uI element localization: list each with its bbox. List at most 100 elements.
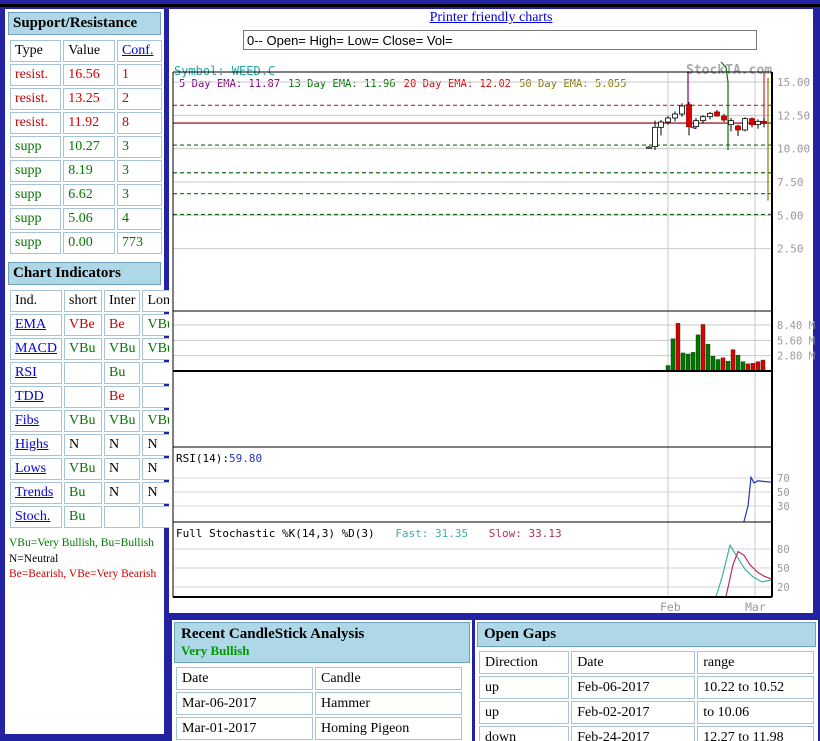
- gap-col-date: Date: [571, 651, 696, 674]
- sr-type: resist.: [10, 88, 62, 110]
- candle-date: Mar-06-2017: [176, 692, 313, 715]
- indicator-short: VBe: [64, 314, 103, 336]
- sr-type: supp: [10, 184, 62, 206]
- gap-direction: down: [479, 726, 570, 741]
- sr-conf: 3: [116, 160, 162, 182]
- candle-date: Mar-01-2017: [176, 717, 313, 740]
- legend-bearish: Be=Bearish, VBe=Very Bearish: [9, 568, 157, 581]
- candle-col-date: Date: [176, 667, 313, 690]
- indicator-tdd[interactable]: TDD: [10, 386, 63, 408]
- gap-range: 12.27 to 11.98: [697, 726, 814, 741]
- indicator-short: VBu: [64, 458, 103, 480]
- printer-friendly-link-row: Printer friendly charts: [169, 10, 813, 26]
- indicator-stoch-link[interactable]: Stoch.: [15, 509, 50, 524]
- sr-row: supp 0.00 773: [10, 232, 162, 254]
- indicator-row: RSI Bu: [10, 362, 183, 384]
- support-resistance-title: Support/Resistance: [8, 12, 161, 35]
- candlestick-row: Mar-06-2017 Hammer: [176, 692, 462, 715]
- ema-legend: 5 Day EMA: 11.87 13 Day EMA: 11.96 20 Day …: [179, 78, 635, 90]
- sr-col-conf[interactable]: Conf.: [116, 40, 162, 62]
- indicator-macd-link[interactable]: MACD: [15, 341, 57, 356]
- top-divider: [0, 4, 820, 7]
- gap-row: down Feb-24-2017 12.27 to 11.98: [479, 726, 814, 741]
- stockta-page: Support/Resistance Type Value Conf. resist.…: [0, 0, 820, 741]
- indicator-short: [64, 386, 103, 408]
- sr-conf: 4: [116, 208, 162, 230]
- sr-type: supp: [10, 208, 62, 230]
- candlestick-analysis-title: Recent CandleStick Analysis: [181, 626, 365, 642]
- indicator-highs[interactable]: Highs: [10, 434, 63, 456]
- indicator-trends-link[interactable]: Trends: [15, 485, 53, 500]
- indicator-rsi-link[interactable]: RSI: [15, 365, 37, 380]
- sr-col-conf-link[interactable]: Conf.: [122, 43, 154, 58]
- indicator-short: N: [64, 434, 103, 456]
- sr-row: resist. 16.56 1: [10, 64, 162, 86]
- sr-type: supp: [10, 232, 62, 254]
- gap-date: Feb-06-2017: [571, 676, 696, 699]
- indicator-inter: Be: [104, 314, 141, 336]
- indicator-row: TDD Be: [10, 386, 183, 408]
- printer-friendly-link[interactable]: Printer friendly charts: [430, 10, 553, 25]
- sr-conf: 3: [116, 136, 162, 158]
- indicator-lows-link[interactable]: Lows: [15, 461, 46, 476]
- candlestick-analysis-header: Recent CandleStick Analysis Very Bullish: [174, 622, 470, 663]
- indicator-highs-link[interactable]: Highs: [15, 437, 48, 452]
- gap-row: up Feb-06-2017 10.22 to 10.52: [479, 676, 814, 699]
- indicator-rsi[interactable]: RSI: [10, 362, 63, 384]
- indicator-inter: Bu: [104, 362, 141, 384]
- indicator-legend: VBu=Very Bullish, Bu=Bullish N=Neutral B…: [9, 536, 160, 583]
- chart-area-panel: [169, 9, 813, 613]
- sr-type: supp: [10, 160, 62, 182]
- legend-neutral: N=Neutral: [9, 552, 59, 565]
- sr-value: 5.06: [63, 208, 115, 230]
- open-gaps-title: Open Gaps: [484, 626, 557, 642]
- indicator-inter: Be: [104, 386, 141, 408]
- gap-direction: up: [479, 676, 570, 699]
- indicator-stoch[interactable]: Stoch.: [10, 506, 63, 528]
- sr-row: resist. 13.25 2: [10, 88, 162, 110]
- sr-col-value: Value: [63, 40, 115, 62]
- sr-row: supp 8.19 3: [10, 160, 162, 182]
- gap-row: up Feb-02-2017 to 10.06: [479, 701, 814, 724]
- sr-type: supp: [10, 136, 62, 158]
- ema-legend-item: 5 Day EMA: 11.87: [179, 78, 281, 90]
- sr-value: 8.19: [63, 160, 115, 182]
- sr-type: resist.: [10, 64, 62, 86]
- ind-col-name: Ind.: [10, 290, 63, 312]
- sr-conf: 773: [116, 232, 162, 254]
- indicator-macd[interactable]: MACD: [10, 338, 63, 360]
- indicator-trends[interactable]: Trends: [10, 482, 63, 504]
- sidebar: Support/Resistance Type Value Conf. resist.…: [5, 9, 183, 734]
- indicator-inter: VBu: [104, 410, 141, 432]
- sr-value: 6.62: [63, 184, 115, 206]
- sr-value: 16.56: [63, 64, 115, 86]
- candle-name: Hammer: [315, 692, 462, 715]
- indicator-row: Lows VBu N N: [10, 458, 183, 480]
- sr-value: 13.25: [63, 88, 115, 110]
- open-gaps-panel: Open Gaps Direction Date range up Feb-06-201…: [475, 620, 818, 741]
- rsi-title: RSI(14):: [176, 452, 229, 465]
- quote-input[interactable]: [243, 30, 757, 50]
- indicator-fibs-link[interactable]: Fibs: [15, 413, 39, 428]
- indicator-ema[interactable]: EMA: [10, 314, 63, 336]
- stochastic-slow-value: Slow: 33.13: [488, 527, 562, 540]
- sr-type: resist.: [10, 112, 62, 134]
- indicator-inter: N: [104, 434, 141, 456]
- sr-col-type: Type: [10, 40, 62, 62]
- candlestick-analysis-rating: Very Bullish: [181, 643, 250, 658]
- indicator-fibs[interactable]: Fibs: [10, 410, 63, 432]
- support-resistance-table: Type Value Conf. resist. 16.56 1 resist. 13.25 2…: [8, 38, 164, 256]
- sr-value: 0.00: [63, 232, 115, 254]
- indicator-lows[interactable]: Lows: [10, 458, 63, 480]
- indicator-tdd-link[interactable]: TDD: [15, 389, 44, 404]
- ema-legend-item: 50 Day EMA: 5.055: [519, 78, 627, 90]
- ind-col-short: short: [64, 290, 103, 312]
- indicator-inter: N: [104, 458, 141, 480]
- stockta-watermark: StockTA.com: [686, 63, 773, 78]
- sr-conf: 8: [116, 112, 162, 134]
- open-gaps-header: Open Gaps: [477, 622, 816, 647]
- indicator-ema-link[interactable]: EMA: [15, 317, 46, 332]
- open-gaps-table: Direction Date range up Feb-06-2017 10.22 to …: [477, 649, 816, 741]
- symbol-label: Symbol: WEED.C: [174, 64, 276, 78]
- indicator-inter: N: [104, 482, 141, 504]
